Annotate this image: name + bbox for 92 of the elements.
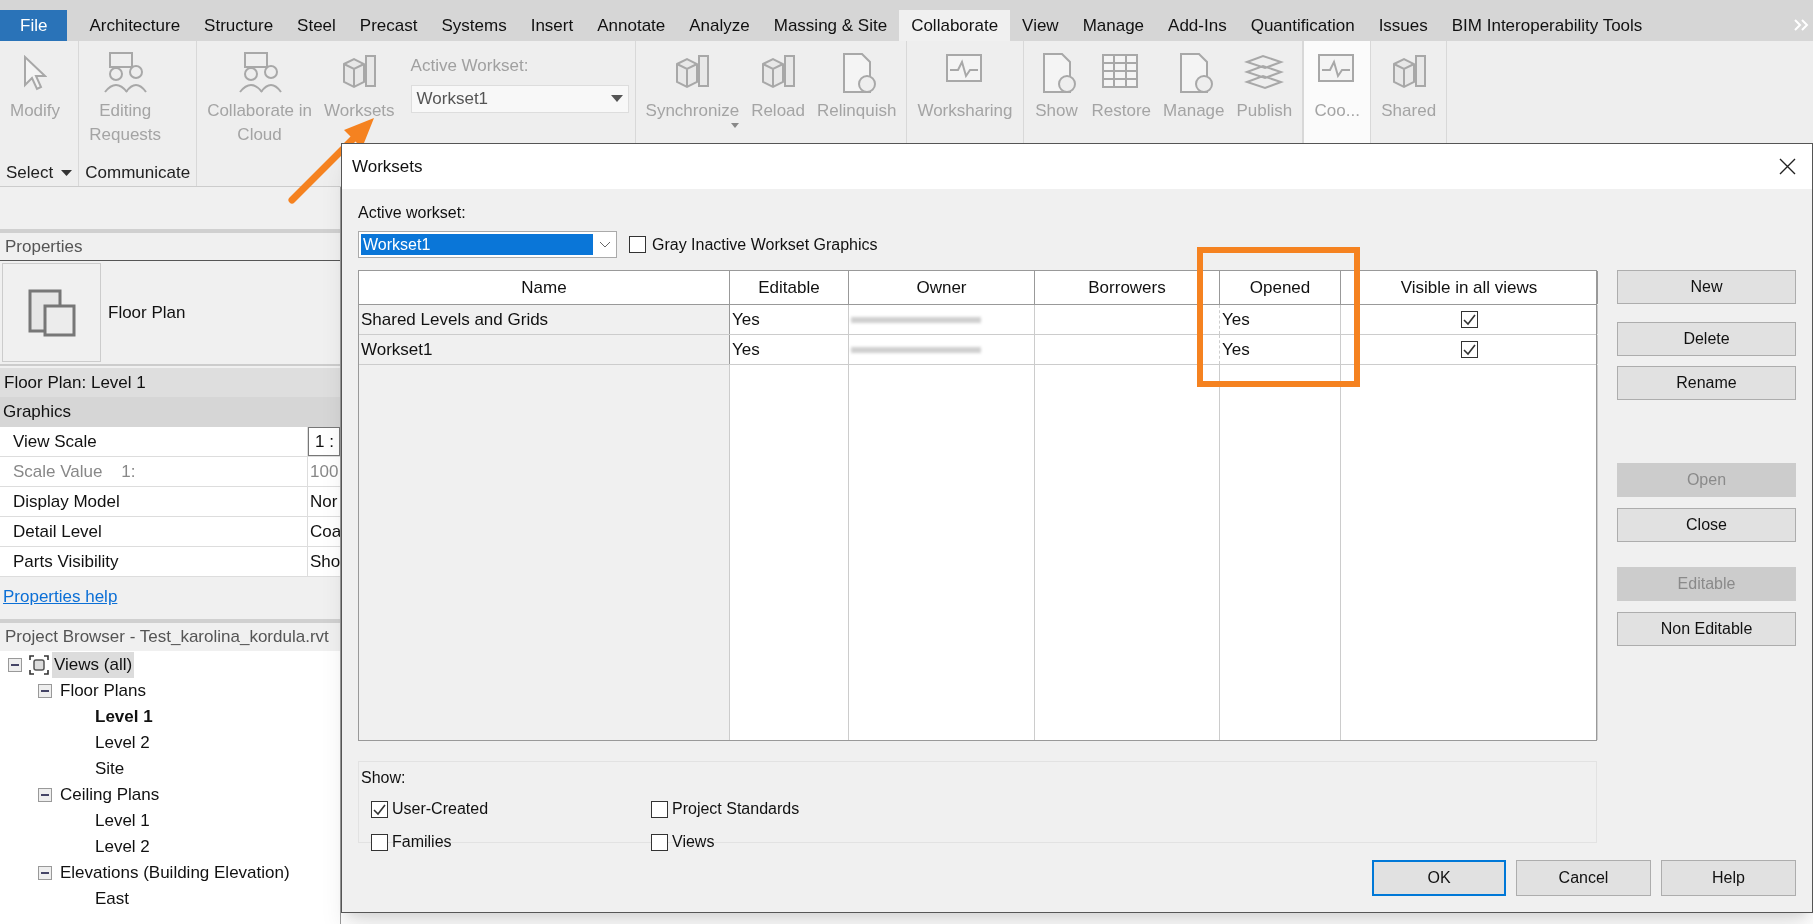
ribbon-tab[interactable]: Systems	[429, 10, 519, 41]
collapse-toggle[interactable]	[8, 658, 22, 672]
show-checkbox[interactable]	[651, 833, 668, 851]
show-checkbox[interactable]	[371, 833, 388, 851]
column-header[interactable]: Borrowers	[1035, 271, 1220, 304]
ribbon-tab[interactable]: Quantification	[1238, 10, 1367, 41]
dialog-button[interactable]: Close	[1617, 508, 1796, 542]
show-checkbox[interactable]	[651, 800, 668, 818]
panel-title: Properties	[0, 233, 340, 261]
panel-label-button[interactable]: Select	[6, 160, 73, 186]
ribbon-tab[interactable]: Add-Ins	[1156, 10, 1239, 41]
tree-item[interactable]: Site	[93, 756, 127, 782]
property-value[interactable]: Nor	[308, 487, 340, 516]
property-name: View Scale	[0, 427, 308, 456]
dialog-button[interactable]: Rename	[1617, 366, 1796, 400]
views-icon	[28, 654, 50, 676]
ribbon-tab[interactable]: Manage	[1070, 10, 1157, 41]
table-cell[interactable]: Workset1	[359, 335, 730, 364]
visible-checkbox[interactable]	[1460, 341, 1478, 358]
dialog-button[interactable]: Cancel	[1516, 860, 1651, 896]
dialog-title: Worksets	[352, 155, 423, 178]
dialog-button[interactable]: Delete	[1617, 322, 1796, 356]
column-header[interactable]: Name	[359, 271, 730, 304]
tree-item[interactable]: East	[93, 886, 132, 912]
property-name: Scale Value 1:	[0, 457, 308, 486]
tree-item[interactable]: Elevations (Building Elevation)	[58, 860, 292, 886]
ribbon-tab[interactable]: Steel	[285, 10, 348, 41]
tree-item[interactable]: Level 1	[93, 704, 155, 730]
floor-plan-icon	[26, 287, 77, 338]
collapse-toggle[interactable]	[38, 684, 52, 698]
ribbon-tab[interactable]: Structure	[192, 10, 286, 41]
ribbon-tab[interactable]: BIM Interoperability Tools	[1439, 10, 1655, 41]
checkbox-label: Project Standards	[672, 799, 800, 819]
property-name: Detail Level	[0, 517, 308, 546]
dialog-button[interactable]: Help	[1661, 860, 1796, 896]
collapse-toggle[interactable]	[38, 866, 52, 880]
ribbon-tab[interactable]: Massing & Site	[761, 10, 900, 41]
ribbon-tab[interactable]: Precast	[347, 10, 430, 41]
column-header[interactable]: Opened	[1220, 271, 1341, 304]
table-cell: Yes	[1220, 335, 1341, 364]
group-label: Show:	[361, 768, 407, 788]
ribbon-tab[interactable]: View	[1010, 10, 1071, 41]
checkbox-label: Gray Inactive Workset Graphics	[652, 234, 878, 255]
cursor-icon	[23, 55, 48, 91]
category-header[interactable]: Graphics	[0, 397, 340, 427]
checkbox-label: User-Created	[392, 799, 489, 819]
active-workset-dropdown[interactable]: Workset1	[358, 231, 617, 258]
dialog-button[interactable]: New	[1617, 270, 1796, 304]
table-cell[interactable]: Shared Levels and Grids	[359, 305, 730, 334]
dialog-button[interactable]: OK	[1372, 860, 1506, 896]
tree-item[interactable]: Floor Plans	[58, 678, 148, 704]
properties-help-link[interactable]: Properties help	[3, 583, 118, 609]
tree-item[interactable]: Level 2	[93, 834, 152, 860]
ribbon-tab[interactable]: Annotate	[585, 10, 678, 41]
dropdown-caret-icon	[599, 241, 611, 248]
ribbon-tab[interactable]: Insert	[518, 10, 586, 41]
collapse-toggle[interactable]	[38, 788, 52, 802]
tree-item[interactable]: Views (all)	[52, 652, 135, 678]
close-icon[interactable]	[1779, 158, 1796, 175]
type-selector[interactable]: Floor Plan	[0, 261, 340, 366]
tree-item[interactable]: Level 1	[93, 808, 152, 834]
property-name: Parts Visibility	[0, 547, 308, 576]
panel-title: Project Browser - Test_karolina_kordula.rvt	[4, 626, 330, 649]
dropdown-caret-icon	[61, 170, 73, 176]
table-cell: Yes	[730, 335, 849, 364]
ribbon-tab[interactable]: File	[0, 10, 68, 41]
dropdown-caret-icon	[731, 123, 740, 128]
property-value[interactable]: Sho	[308, 547, 340, 576]
visible-checkbox[interactable]	[1460, 311, 1478, 328]
table-cell: Yes	[1220, 305, 1341, 334]
ribbon-tab[interactable]: Analyze	[677, 10, 762, 41]
show-checkbox[interactable]	[371, 800, 388, 818]
active-workset-label: Active Workset:	[410, 55, 530, 77]
ribbon-tab[interactable]: Issues	[1366, 10, 1440, 41]
field-label: Active workset:	[358, 203, 467, 223]
column-header[interactable]: Editable	[730, 271, 849, 304]
column-header[interactable]: Visible in all views	[1341, 271, 1598, 304]
dropdown-caret-icon	[610, 95, 623, 102]
table-cell: Yes	[730, 305, 849, 334]
tree-item[interactable]: Ceiling Plans	[58, 782, 162, 808]
checkbox-label: Views	[672, 832, 715, 852]
checkbox-label: Families	[392, 832, 452, 852]
ribbon-tab[interactable]: Architecture	[77, 10, 193, 41]
property-value-field[interactable]: 1 :	[308, 427, 340, 456]
panel-label-button[interactable]: Communicate	[85, 160, 191, 186]
view-selector[interactable]: Floor Plan: Level 1	[0, 368, 340, 397]
active-workset-dropdown[interactable]: Workset1	[410, 84, 629, 113]
dialog-button[interactable]: Non Editable	[1617, 612, 1796, 646]
ribbon-tab[interactable]: Collaborate	[899, 10, 1011, 41]
column-header[interactable]: Owner	[849, 271, 1035, 304]
property-name: Display Model	[0, 487, 308, 516]
tree-item[interactable]: Level 2	[93, 730, 152, 756]
